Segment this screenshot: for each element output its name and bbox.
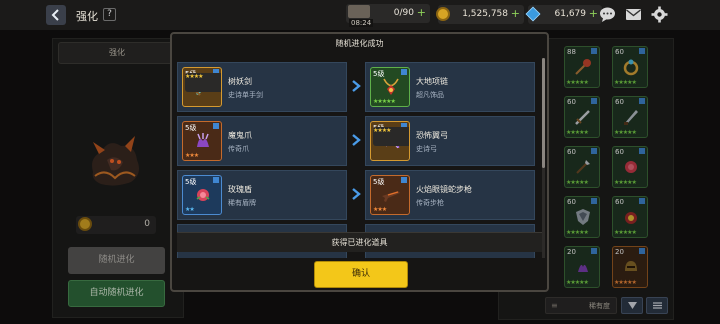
item-type: 传奇爪 — [228, 145, 249, 153]
obtained-items-bar: 获得已进化道具 — [177, 232, 542, 252]
item-card: 5级 ★★ — [182, 175, 222, 215]
confirm-button[interactable]: 确认 — [314, 261, 408, 288]
right-arrow-icon — [352, 80, 361, 92]
necklace-icon — [383, 78, 399, 95]
scrollbar-thumb[interactable] — [542, 58, 545, 168]
gear-icon[interactable] — [650, 5, 669, 24]
source-item[interactable]: 5级 ★★ 玫瑰盾 稀有盾牌 — [177, 170, 347, 220]
item-stars: ★★ — [185, 206, 195, 213]
flag-icon — [213, 123, 219, 129]
result-list[interactable]: 5级 ★★★★ 树妖剑 史诗单手剑 5级 ★★★★★ 大地项链 超凡饰品 — [177, 58, 542, 258]
gold-plus-button[interactable]: + — [511, 7, 520, 20]
gem-value: 61,679 — [554, 9, 587, 19]
result-item[interactable]: 5级 ★★★★ 恐怖翼弓 史诗弓 — [365, 116, 535, 166]
right-arrow-icon — [352, 188, 361, 200]
help-icon[interactable]: ? — [103, 8, 116, 21]
flag-icon — [401, 177, 407, 183]
result-item[interactable]: 5级 ★★★ 火焰眼镜蛇步枪 传奇步枪 — [365, 170, 535, 220]
stamina-timer: 08:24 — [349, 19, 374, 27]
item-type: 超凡饰品 — [416, 91, 444, 99]
result-row: 5级 ★★★ 魔鬼爪 传奇爪 5级 ★★★★ 恐怖翼弓 史诗弓 — [177, 116, 537, 166]
chat-icon[interactable] — [598, 5, 617, 24]
result-row: 5级 ★★ 玫瑰盾 稀有盾牌 5级 ★★★ 火焰眼镜蛇步枪 传奇步枪 — [177, 170, 537, 220]
item-type: 史诗单手剑 — [228, 91, 263, 99]
item-stars: ★★★★ — [185, 73, 221, 92]
evolve-result-dialog: 随机进化成功 5级 ★★★★ 树妖剑 史诗单手剑 5级 ★★★★★ 大地 — [170, 32, 549, 292]
item-type: 史诗弓 — [416, 145, 437, 153]
item-stars: ★★★ — [373, 206, 387, 213]
page-title: 强化 — [76, 10, 98, 23]
item-stars: ★★★ — [185, 152, 199, 159]
item-card: 5级 ★★★ — [370, 175, 410, 215]
item-stars: ★★★★★ — [373, 98, 396, 105]
item-stars: ★★★★ — [373, 127, 409, 146]
item-name: 火焰眼镜蛇步枪 — [416, 185, 472, 194]
result-row: 5级 ★★★★ 树妖剑 史诗单手剑 5级 ★★★★★ 大地项链 超凡饰品 — [177, 62, 537, 112]
mail-icon[interactable] — [624, 5, 643, 24]
coin-icon — [436, 7, 450, 21]
source-item[interactable]: 5级 ★★★ 魔鬼爪 传奇爪 — [177, 116, 347, 166]
result-item[interactable]: 5级 ★★★★★ 大地项链 超凡饰品 — [365, 62, 535, 112]
item-name: 树妖剑 — [228, 77, 252, 86]
back-arrow-icon — [51, 9, 59, 21]
stamina-value: 0/90 — [393, 8, 414, 18]
dialog-title: 随机进化成功 — [335, 39, 384, 48]
item-card: 5级 ★★★ — [182, 121, 222, 161]
item-type: 稀有盾牌 — [228, 199, 256, 207]
flag-icon — [401, 69, 407, 75]
rose-shield-icon — [196, 189, 210, 201]
item-name: 恐怖翼弓 — [416, 131, 448, 140]
gem-plus-button[interactable]: + — [589, 7, 598, 20]
item-card: 5级 ★★★★★ — [370, 67, 410, 107]
rifle-icon — [382, 191, 400, 202]
claw-icon — [197, 133, 209, 147]
flag-icon — [213, 177, 219, 183]
back-button[interactable] — [46, 5, 66, 25]
list-scrollbar[interactable] — [542, 58, 545, 258]
gold-value: 1,525,758 — [462, 9, 508, 19]
item-card: 5级 ★★★★ — [182, 67, 222, 107]
stamina-icon — [348, 5, 370, 18]
right-arrow-icon — [352, 134, 361, 146]
item-card: 5级 ★★★★ — [370, 121, 410, 161]
top-bar: 强化 ? 0/90 + 08:24 1,525,758 + 61,679 + — [0, 0, 720, 30]
item-name: 大地项链 — [416, 77, 448, 86]
item-name: 魔鬼爪 — [228, 131, 252, 140]
gem-counter[interactable]: 61,679 + — [525, 5, 602, 24]
gold-counter[interactable]: 1,525,758 + — [436, 5, 524, 24]
item-name: 玫瑰盾 — [228, 185, 252, 194]
item-type: 传奇步枪 — [416, 199, 444, 207]
source-item[interactable]: 5级 ★★★★ 树妖剑 史诗单手剑 — [177, 62, 347, 112]
stamina-plus-button[interactable]: + — [417, 6, 426, 19]
gem-icon — [525, 6, 541, 22]
